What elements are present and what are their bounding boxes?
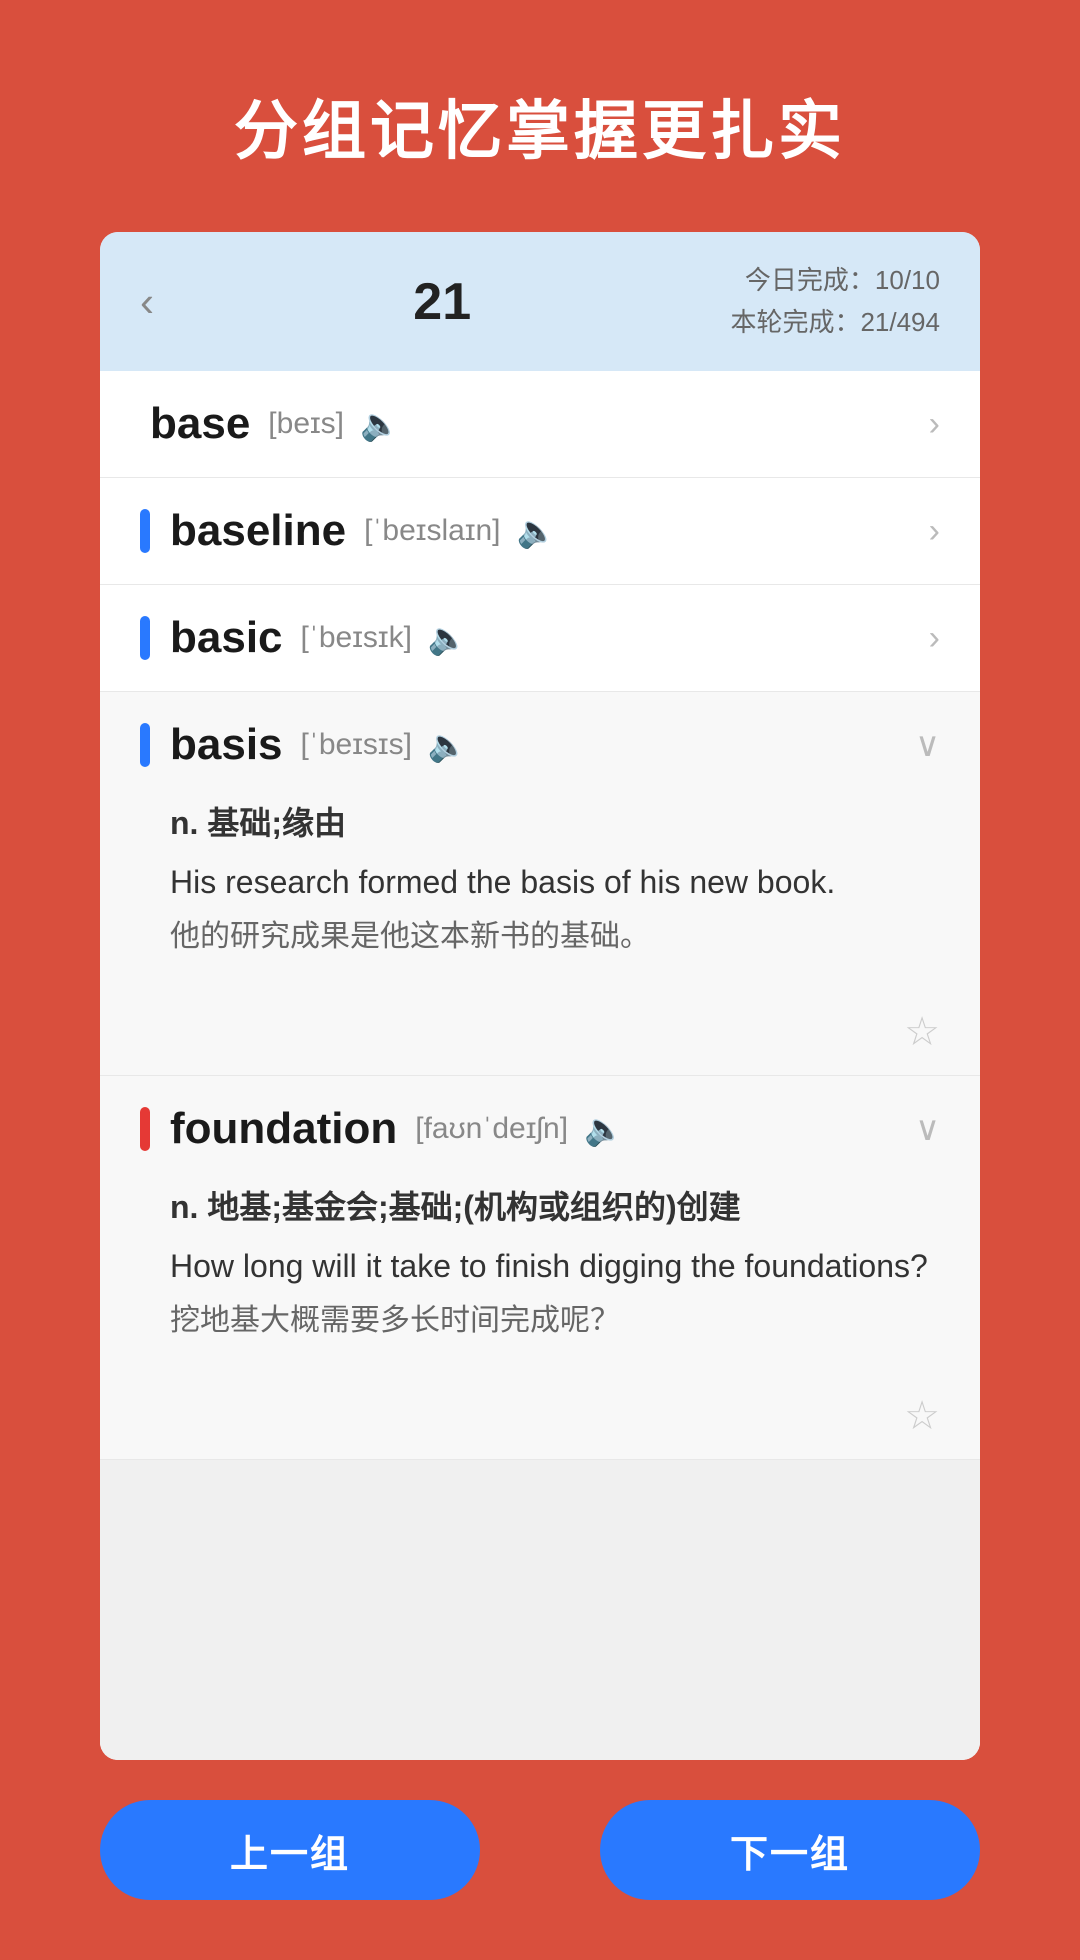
round-progress: 本轮完成：21/494 bbox=[730, 302, 940, 344]
example-en-foundation: How long will it take to finish digging … bbox=[170, 1242, 940, 1290]
star-row-foundation: ☆ bbox=[100, 1393, 980, 1459]
word-row-basic[interactable]: basic [ˈbeɪsɪk] 🔈 › bbox=[100, 585, 980, 691]
indicator-baseline bbox=[140, 509, 150, 553]
phonetic-base: [beɪs] bbox=[268, 407, 344, 441]
page-title: 分组记忆掌握更扎实 bbox=[234, 80, 846, 172]
sound-icon-basis[interactable]: 🔈 bbox=[428, 726, 468, 764]
example-zh-basis: 他的研究成果是他这本新书的基础。 bbox=[170, 914, 940, 959]
prev-group-button[interactable]: 上一组 bbox=[100, 1800, 480, 1900]
star-button-foundation[interactable]: ☆ bbox=[904, 1393, 940, 1439]
star-button-basis[interactable]: ☆ bbox=[904, 1009, 940, 1055]
phonetic-basis: [ˈbeɪsɪs] bbox=[301, 728, 412, 762]
word-item-base: base [beɪs] 🔈 › bbox=[100, 371, 980, 478]
progress-info: 今日完成：10/10 本轮完成：21/494 bbox=[730, 260, 940, 343]
chevron-base: › bbox=[929, 405, 940, 444]
chevron-baseline: › bbox=[929, 512, 940, 551]
star-row-basis: ☆ bbox=[100, 1009, 980, 1075]
next-group-button[interactable]: 下一组 bbox=[600, 1800, 980, 1900]
definition-foundation: n. 地基;基金会;基础;(机构或组织的)创建 How long will it… bbox=[100, 1182, 980, 1393]
word-text-base: base bbox=[150, 399, 250, 449]
definition-basis: n. 基础;缘由 His research formed the basis o… bbox=[100, 798, 980, 1009]
sound-icon-baseline[interactable]: 🔈 bbox=[517, 512, 557, 550]
chevron-basic: › bbox=[929, 619, 940, 658]
word-item-foundation: foundation [faʊnˈdeɪʃn] 🔈 ∨ n. 地基;基金会;基础… bbox=[100, 1076, 980, 1460]
example-zh-foundation: 挖地基大概需要多长时间完成呢？ bbox=[170, 1298, 940, 1343]
sound-icon-foundation[interactable]: 🔈 bbox=[584, 1110, 624, 1148]
example-en-basis: His research formed the basis of his new… bbox=[170, 858, 940, 906]
sound-icon-base[interactable]: 🔈 bbox=[360, 405, 400, 443]
indicator-basis bbox=[140, 723, 150, 767]
today-progress: 今日完成：10/10 bbox=[730, 260, 940, 302]
word-list: base [beɪs] 🔈 › baseline [ˈbeɪslaɪn] 🔈 ›… bbox=[100, 371, 980, 1760]
card-header: ‹ 21 今日完成：10/10 本轮完成：21/494 bbox=[100, 232, 980, 371]
card-number: 21 bbox=[413, 272, 471, 332]
pos-basis: n. 基础;缘由 bbox=[170, 798, 940, 844]
word-text-baseline: baseline bbox=[170, 506, 346, 556]
word-item-basis: basis [ˈbeɪsɪs] 🔈 ∨ n. 基础;缘由 His researc… bbox=[100, 692, 980, 1076]
word-row-basis[interactable]: basis [ˈbeɪsɪs] 🔈 ∨ bbox=[100, 692, 980, 798]
word-text-foundation: foundation bbox=[170, 1104, 397, 1154]
indicator-basic bbox=[140, 616, 150, 660]
word-card-container: ‹ 21 今日完成：10/10 本轮完成：21/494 base [beɪs] … bbox=[100, 232, 980, 1760]
word-text-basic: basic bbox=[170, 613, 283, 663]
chevron-foundation: ∨ bbox=[915, 1109, 940, 1149]
empty-area bbox=[100, 1460, 980, 1760]
word-row-foundation[interactable]: foundation [faʊnˈdeɪʃn] 🔈 ∨ bbox=[100, 1076, 980, 1182]
pos-foundation: n. 地基;基金会;基础;(机构或组织的)创建 bbox=[170, 1182, 940, 1228]
phonetic-basic: [ˈbeɪsɪk] bbox=[301, 621, 412, 655]
word-item-baseline: baseline [ˈbeɪslaɪn] 🔈 › bbox=[100, 478, 980, 585]
phonetic-foundation: [faʊnˈdeɪʃn] bbox=[415, 1112, 568, 1146]
word-item-basic: basic [ˈbeɪsɪk] 🔈 › bbox=[100, 585, 980, 692]
indicator-foundation bbox=[140, 1107, 150, 1151]
bottom-buttons: 上一组 下一组 bbox=[100, 1760, 980, 1960]
sound-icon-basic[interactable]: 🔈 bbox=[428, 619, 468, 657]
word-text-basis: basis bbox=[170, 720, 283, 770]
chevron-basis: ∨ bbox=[915, 725, 940, 765]
word-row-base[interactable]: base [beɪs] 🔈 › bbox=[100, 371, 980, 477]
back-button[interactable]: ‹ bbox=[140, 281, 154, 323]
phonetic-baseline: [ˈbeɪslaɪn] bbox=[364, 514, 500, 548]
word-row-baseline[interactable]: baseline [ˈbeɪslaɪn] 🔈 › bbox=[100, 478, 980, 584]
